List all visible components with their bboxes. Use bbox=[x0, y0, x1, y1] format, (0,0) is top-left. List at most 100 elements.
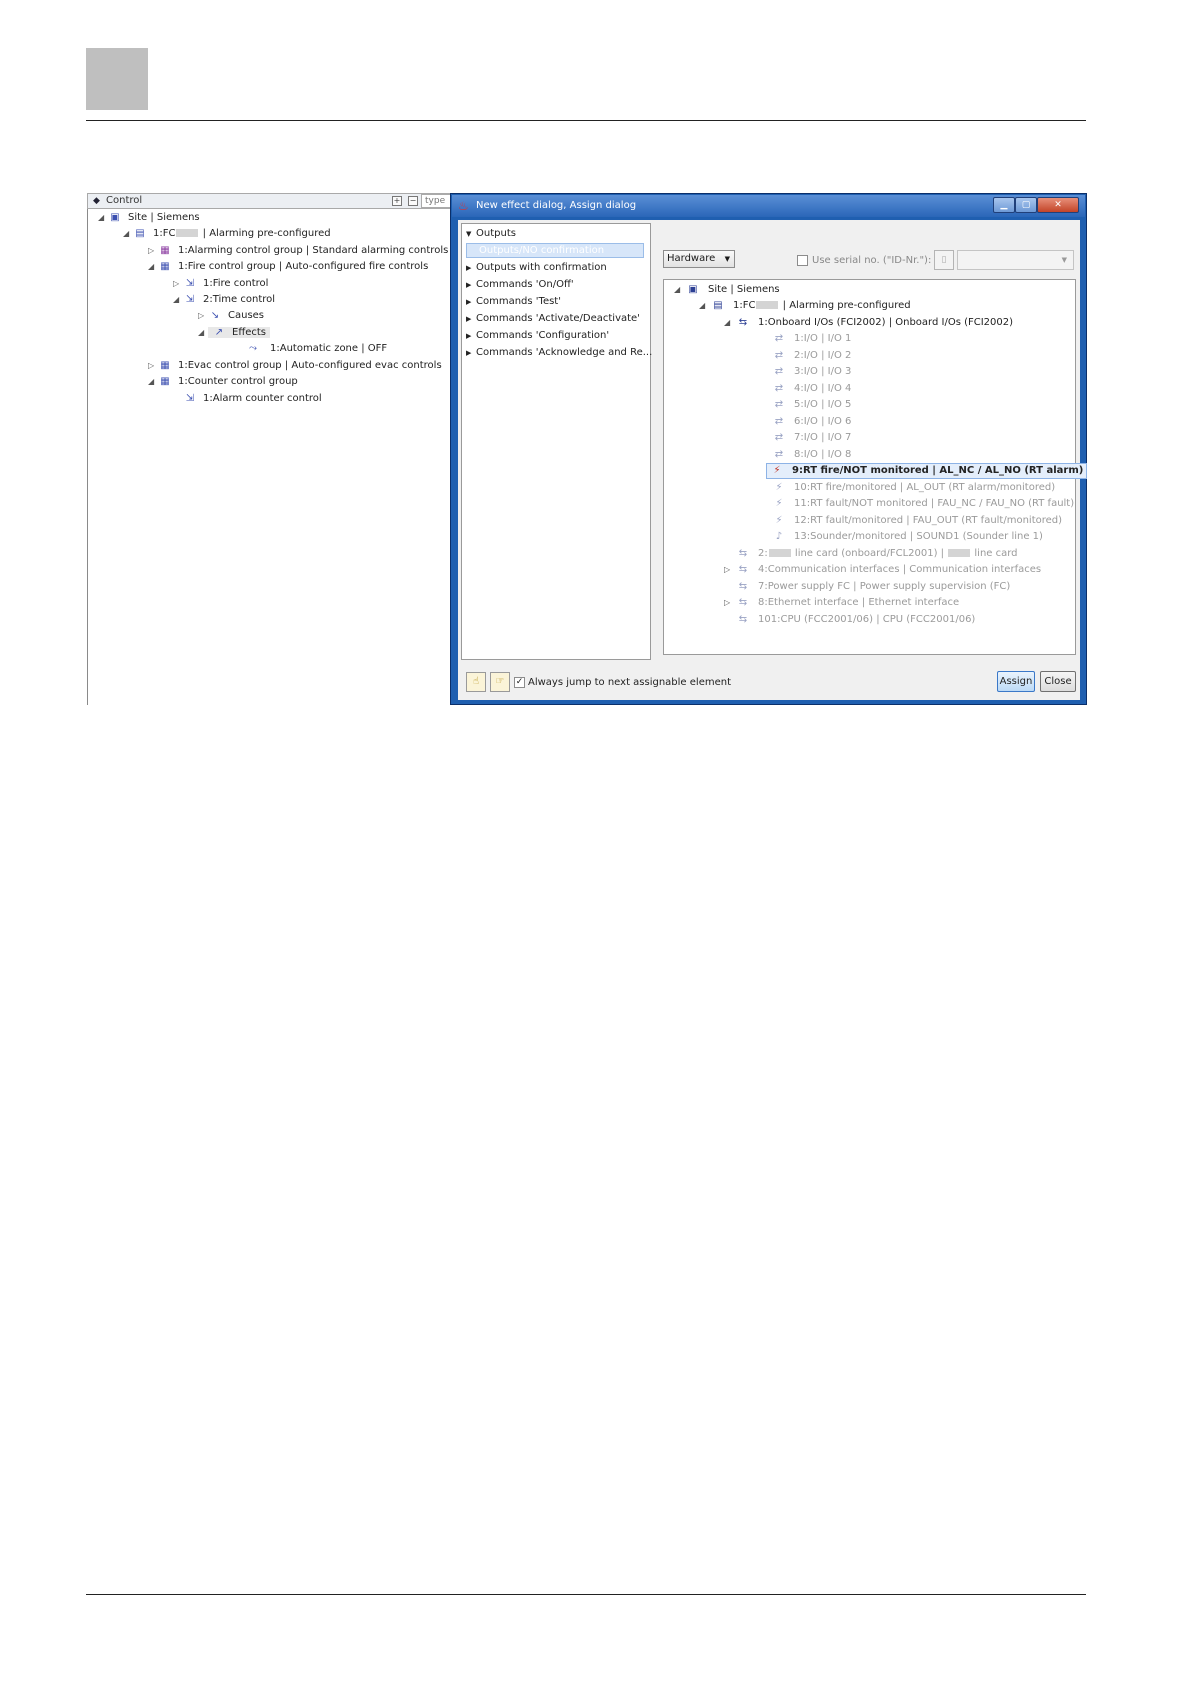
hw-node[interactable]: ⇆ 7:Power supply FC | Power supply superv… bbox=[736, 579, 1010, 595]
minimize-button[interactable]: ▁ bbox=[993, 197, 1015, 213]
zone-icon: ⤳ bbox=[249, 343, 257, 354]
cpu-icon: ⇆ bbox=[738, 614, 748, 625]
category-item[interactable]: ▶ Commands 'Acknowledge and Re... bbox=[466, 345, 652, 361]
tree-node[interactable]: ▷ ↘ Causes bbox=[198, 308, 264, 324]
hw-node[interactable]: ◢ ▤ 1:FC | Alarming pre-configured bbox=[699, 298, 911, 314]
hw-node[interactable]: ⚡ 12:RT fault/monitored | FAU_OUT (RT fau… bbox=[772, 513, 1062, 529]
expand-triangle-icon[interactable]: ▶ bbox=[466, 311, 476, 327]
tree-node[interactable]: ▷ ▦ 1:Alarming control group | Standard al… bbox=[148, 243, 448, 259]
expander-icon[interactable]: ◢ bbox=[98, 210, 108, 226]
hw-node-selected[interactable]: ⚡ 9:RT fire/NOT monitored | AL_NC / AL_NO… bbox=[766, 463, 1088, 479]
expander-icon[interactable]: ◢ bbox=[148, 374, 158, 390]
serial-dropdown[interactable]: ▼ bbox=[957, 250, 1074, 270]
io-arrow-icon: ⇄ bbox=[774, 416, 784, 427]
expander-icon[interactable]: ◢ bbox=[198, 325, 208, 341]
hw-node[interactable]: ◢ ⇆ 1:Onboard I/Os (FCI2002) | Onboard I/O… bbox=[724, 315, 1013, 331]
expander-icon[interactable]: ▷ bbox=[148, 358, 158, 374]
expander-icon[interactable]: ◢ bbox=[148, 259, 158, 275]
window-close-button[interactable]: ✕ bbox=[1037, 197, 1079, 213]
expander-icon[interactable]: ▷ bbox=[724, 595, 736, 611]
ethernet-icon: ⇆ bbox=[738, 597, 748, 608]
io-arrow-icon: ⇄ bbox=[774, 432, 784, 443]
jump-checkbox[interactable]: ✓ bbox=[514, 677, 525, 688]
expander-icon[interactable]: ▷ bbox=[173, 276, 183, 292]
expand-triangle-icon[interactable]: ▶ bbox=[466, 260, 476, 276]
category-item[interactable]: ▶ Commands 'Configuration' bbox=[466, 328, 644, 344]
communication-icon: ⇆ bbox=[738, 564, 748, 575]
tree-node[interactable]: ◢ ▤ 1:FC | Alarming pre-configured bbox=[123, 226, 331, 242]
collapse-triangle-icon[interactable]: ▼ bbox=[466, 226, 476, 242]
expander-icon[interactable]: ◢ bbox=[173, 292, 183, 308]
hw-node[interactable]: ▷ ⇆ 8:Ethernet interface | Ethernet interf… bbox=[724, 595, 959, 611]
maximize-button[interactable]: ▢ bbox=[1015, 197, 1037, 213]
expander-icon[interactable]: ▷ bbox=[198, 308, 208, 324]
hw-node[interactable]: ⇆ 2: line card (onboard/FCL2001) | line c… bbox=[736, 546, 1018, 562]
redacted-text bbox=[176, 229, 199, 237]
expander-icon[interactable]: ▷ bbox=[724, 562, 736, 578]
assign-button[interactable]: Assign bbox=[997, 671, 1035, 692]
panel-icon: ▤ bbox=[713, 300, 723, 311]
effects-icon: ↗ bbox=[214, 327, 224, 338]
hw-node[interactable]: ▷ ⇆ 4:Communication interfaces | Communica… bbox=[724, 562, 1041, 578]
expand-triangle-icon[interactable]: ▶ bbox=[466, 345, 476, 361]
expander-icon[interactable]: ▷ bbox=[148, 243, 158, 259]
tree-node[interactable]: ◢ ▦ 1:Counter control group bbox=[148, 374, 298, 390]
io-arrow-icon: ⇄ bbox=[774, 449, 784, 460]
hw-node[interactable]: ⇄ 1:I/O | I/O 1 bbox=[772, 331, 852, 347]
expand-triangle-icon[interactable]: ▶ bbox=[466, 277, 476, 293]
hw-node[interactable]: ♪ 13:Sounder/monitored | SOUND1 (Sounder … bbox=[772, 529, 1043, 545]
expander-icon[interactable]: ◢ bbox=[724, 315, 736, 331]
hw-node[interactable]: ⇄ 8:I/O | I/O 8 bbox=[772, 447, 852, 463]
hw-node[interactable]: ⇄ 5:I/O | I/O 5 bbox=[772, 397, 852, 413]
hw-node[interactable]: ⚡ 10:RT fire/monitored | AL_OUT (RT alarm… bbox=[772, 480, 1055, 496]
view-dropdown[interactable]: Hardware ▼ bbox=[663, 250, 735, 268]
hw-node[interactable]: ⇄ 6:I/O | I/O 6 bbox=[772, 414, 852, 430]
tree-node[interactable]: ◢ ▦ 1:Fire control group | Auto-configured… bbox=[148, 259, 428, 275]
hw-node[interactable]: ◢ ▣ Site | Siemens bbox=[674, 282, 780, 298]
hw-node[interactable]: ⇆ 101:CPU (FCC2001/06) | CPU (FCC2001/06) bbox=[736, 612, 976, 628]
tree-node[interactable]: ⤳ 1:Automatic zone | OFF bbox=[242, 341, 387, 357]
expand-all-icon[interactable]: + bbox=[392, 196, 402, 206]
expander-icon[interactable]: ◢ bbox=[674, 282, 686, 298]
redacted-text bbox=[756, 301, 779, 309]
tree-node[interactable]: ◢ ▣ Site | Siemens bbox=[98, 210, 200, 226]
line-card-icon: ⇆ bbox=[738, 548, 748, 559]
tree-node[interactable]: ◢ ⇲ 2:Time control bbox=[173, 292, 275, 308]
hw-node[interactable]: ⇄ 2:I/O | I/O 2 bbox=[772, 348, 852, 364]
category-selected[interactable]: Outputs/NO confirmation bbox=[466, 243, 644, 258]
category-item[interactable]: ▶ Commands 'Test' bbox=[466, 294, 644, 310]
fire-group-icon: ▦ bbox=[160, 261, 170, 272]
causes-icon: ↘ bbox=[210, 310, 220, 321]
collapse-all-icon[interactable]: − bbox=[408, 196, 418, 206]
panel-icon: ▤ bbox=[135, 228, 145, 239]
hand-pointer-button[interactable]: ☝ bbox=[466, 672, 486, 692]
close-button[interactable]: Close bbox=[1040, 671, 1076, 692]
flame-icon: ♨ bbox=[458, 199, 469, 213]
hw-node[interactable]: ⇄ 3:I/O | I/O 3 bbox=[772, 364, 852, 380]
category-item[interactable]: ▶ Outputs with confirmation bbox=[466, 260, 644, 276]
hw-node[interactable]: ⇄ 4:I/O | I/O 4 bbox=[772, 381, 852, 397]
expander-icon[interactable]: ◢ bbox=[123, 226, 133, 242]
hand-select-button[interactable]: ☞ bbox=[490, 672, 510, 692]
serial-checkbox[interactable] bbox=[797, 255, 808, 266]
hw-node[interactable]: ⚡ 11:RT fault/NOT monitored | FAU_NC / FA… bbox=[772, 496, 1074, 512]
header-rule bbox=[86, 120, 1086, 121]
control-tab-label[interactable]: ◆ Control bbox=[93, 195, 142, 206]
tree-node[interactable]: ⇲ 1:Alarm counter control bbox=[183, 391, 322, 407]
expand-triangle-icon[interactable]: ▶ bbox=[466, 294, 476, 310]
expand-triangle-icon[interactable]: ▶ bbox=[466, 328, 476, 344]
counter-group-icon: ▦ bbox=[160, 376, 170, 387]
category-header-outputs[interactable]: ▼ Outputs bbox=[466, 226, 644, 242]
effects-node-selected[interactable]: ↗ Effects bbox=[208, 327, 270, 338]
tree-node[interactable]: ▷ ▦ 1:Evac control group | Auto-configured… bbox=[148, 358, 442, 374]
hw-node[interactable]: ⇄ 7:I/O | I/O 7 bbox=[772, 430, 852, 446]
category-item[interactable]: ▶ Commands 'On/Off' bbox=[466, 277, 644, 293]
serial-picker-button[interactable]: ▯ bbox=[934, 250, 954, 270]
expander-icon[interactable]: ◢ bbox=[699, 298, 711, 314]
site-icon: ▣ bbox=[110, 212, 120, 223]
tree-node[interactable]: ▷ ⇲ 1:Fire control bbox=[173, 276, 268, 292]
time-control-icon: ⇲ bbox=[185, 294, 195, 305]
tree-node[interactable]: ◢ ↗ Effects bbox=[198, 325, 270, 341]
category-item[interactable]: ▶ Commands 'Activate/Deactivate' bbox=[466, 311, 644, 327]
power-supply-icon: ⇆ bbox=[738, 581, 748, 592]
